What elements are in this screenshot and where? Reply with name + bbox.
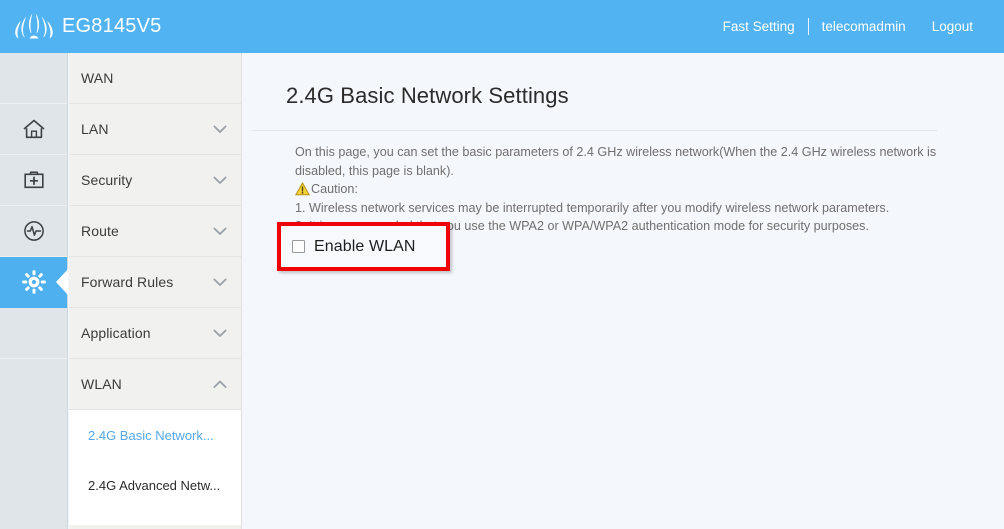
settings-menu: WAN LAN Security Route Forward Rules App… [69,53,242,529]
sidebar-item-2.4g-advanced-network[interactable]: 2.4G Advanced Netw... [69,460,241,510]
menu-item-label: WAN [81,70,114,86]
header-links: Fast Setting telecomadmin Logout [710,0,986,53]
menu-item-wlan[interactable]: WLAN [69,359,241,410]
menu-item-label: LAN [81,121,109,137]
menu-item-label: Security [81,172,133,188]
rail-spacer [0,53,67,104]
menu-item-route[interactable]: Route [69,206,241,257]
page-header: EG8145V5 Fast Setting telecomadmin Logou… [0,0,1004,53]
logout-link[interactable]: Logout [919,0,986,53]
menu-item-label: Application [81,325,151,341]
rail-item-status[interactable] [0,206,67,257]
brand: EG8145V5 [12,11,161,43]
router-admin-page: EG8145V5 Fast Setting telecomadmin Logou… [0,0,1004,529]
menu-item-forward-rules[interactable]: Forward Rules [69,257,241,308]
title-divider [252,130,937,131]
enable-wlan-highlight: Enable WLAN [277,222,450,271]
home-icon [22,119,45,139]
menu-item-label: Route [81,223,119,239]
description-line-1: On this page, you can set the basic para… [295,145,937,159]
menu-item-wan[interactable]: WAN [69,53,241,104]
menu-item-lan[interactable]: LAN [69,104,241,155]
rail-item-home[interactable] [0,104,67,155]
menu-item-security[interactable]: Security [69,155,241,206]
caution-label: Caution: [311,182,358,196]
menu-item-application[interactable]: Application [69,308,241,359]
toolbox-icon [23,171,44,189]
menu-item-label: WLAN [81,376,122,392]
chevron-down-icon [213,125,227,133]
sidebar-item-2.4g-basic-network[interactable]: 2.4G Basic Network... [69,410,241,460]
gear-icon [21,270,46,294]
chevron-down-icon [213,227,227,235]
chevron-down-icon [213,176,227,184]
enable-wlan-label: Enable WLAN [314,237,416,255]
description-line-2: disabled, this page is blank). [295,163,454,178]
caution-item-1: 1. Wireless network services may be inte… [295,200,890,215]
menu-item-label: Forward Rules [81,274,174,290]
wlan-submenu: 2.4G Basic Network... 2.4G Advanced Netw… [69,410,241,525]
chevron-down-icon [213,278,227,286]
caution-heading: Caution: [295,180,955,199]
rail-item-maintenance[interactable] [0,155,67,206]
icon-rail [0,53,68,529]
enable-wlan-checkbox[interactable] [292,240,305,253]
rail-spacer-bottom [0,308,67,359]
chevron-down-icon [213,329,227,337]
brand-name: EG8145V5 [62,15,162,37]
fast-setting-link[interactable]: Fast Setting [710,0,808,53]
warning-triangle-icon [295,182,310,196]
content-area: 2.4G Basic Network Settings On this page… [243,53,1004,529]
page-title: 2.4G Basic Network Settings [286,83,569,108]
chevron-up-icon [213,380,227,388]
huawei-flower-logo [15,12,53,38]
rail-item-settings[interactable] [0,257,67,308]
gauge-icon [23,221,44,241]
account-link[interactable]: telecomadmin [809,0,919,53]
